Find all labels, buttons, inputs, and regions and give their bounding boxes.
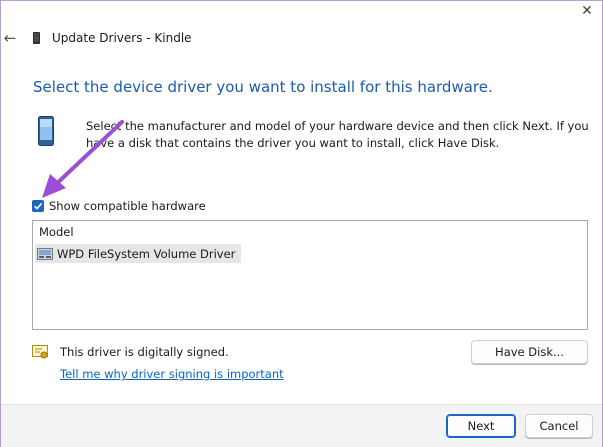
driver-icon (37, 247, 53, 260)
model-column-header: Model (39, 225, 74, 239)
cancel-button[interactable]: Cancel (525, 414, 593, 438)
page-heading: Select the device driver you want to ins… (33, 78, 493, 96)
list-item-label: WPD FileSystem Volume Driver (57, 246, 236, 261)
list-item[interactable]: WPD FileSystem Volume Driver (35, 244, 242, 263)
driver-signing-link[interactable]: Tell me why driver signing is important (60, 367, 284, 381)
kindle-device-icon (33, 32, 40, 44)
intro-text: Select the manufacturer and model of you… (86, 119, 589, 150)
show-compatible-checkbox[interactable] (32, 200, 44, 212)
show-compatible-label: Show compatible hardware (49, 199, 206, 213)
back-button[interactable]: ← (2, 28, 18, 48)
model-listbox[interactable]: Model WPD FileSystem Volume Driver (32, 220, 588, 330)
window-title: Update Drivers - Kindle (52, 31, 192, 45)
signed-certificate-icon (32, 345, 48, 359)
next-button[interactable]: Next (446, 414, 516, 438)
checkmark-icon (33, 202, 43, 210)
close-icon: ✕ (581, 3, 593, 19)
back-arrow-icon: ← (3, 29, 17, 47)
show-compatible-row[interactable]: Show compatible hardware (32, 199, 206, 213)
signing-status-text: This driver is digitally signed. (60, 345, 229, 359)
hardware-device-icon (38, 116, 54, 146)
have-disk-button[interactable]: Have Disk... (471, 340, 588, 364)
close-button[interactable]: ✕ (572, 0, 602, 22)
